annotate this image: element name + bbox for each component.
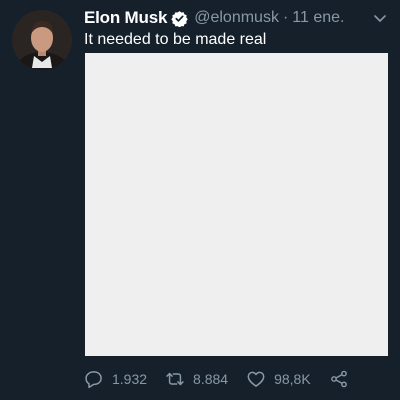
reply-button[interactable]: 1.932 [84, 369, 147, 389]
author-name[interactable]: Elon Musk [84, 8, 167, 28]
reply-icon [85, 371, 102, 389]
heart-icon [247, 371, 265, 387]
tweet-card: Elon Musk @elonmusk · 11 ene. It needed … [0, 0, 400, 400]
share-button[interactable] [329, 369, 349, 389]
like-count: 98,8K [274, 371, 311, 387]
tweet-header: Elon Musk @elonmusk · 11 ene. [84, 7, 344, 29]
separator-dot: · [282, 9, 289, 26]
tweet-date[interactable]: 11 ene. [292, 9, 344, 27]
retweet-icon [166, 372, 184, 386]
like-button[interactable]: 98,8K [246, 369, 311, 389]
tweet-media[interactable] [85, 53, 388, 356]
share-icon [330, 370, 347, 388]
author-handle[interactable]: @elonmusk [194, 9, 279, 27]
retweet-count: 8.884 [193, 371, 229, 387]
retweet-button[interactable]: 8.884 [165, 369, 228, 389]
avatar[interactable] [12, 10, 72, 70]
tweet-actions: 1.932 8.884 98,8K [84, 368, 367, 390]
tweet-text: It needed to be made real [84, 31, 267, 48]
verified-badge-icon [171, 10, 188, 27]
chevron-down-icon[interactable] [372, 10, 388, 26]
reply-count: 1.932 [112, 371, 148, 387]
profile-photo-icon [12, 10, 72, 70]
